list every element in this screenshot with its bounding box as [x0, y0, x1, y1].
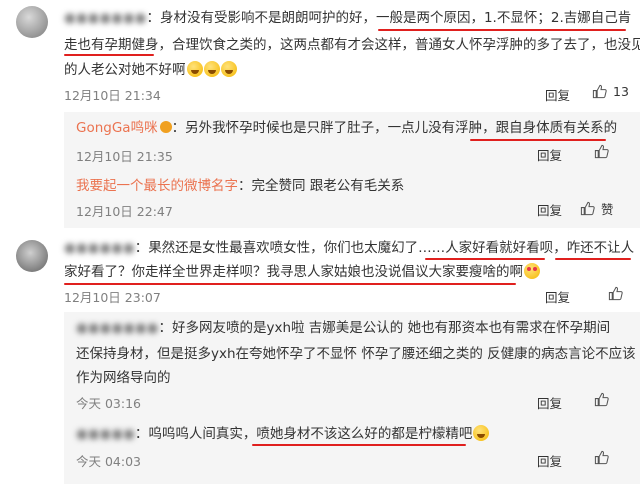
comment-1-line-3: 的人老公对她不好啊	[64, 60, 237, 80]
like-button[interactable]	[594, 450, 609, 465]
comment-1-line-2: 走也有孕期健身，合理饮食之类的，这两点都有才会这样，普通女人怀孕浮肿的多了去了，…	[64, 37, 640, 53]
highlight-underline	[470, 139, 606, 141]
grin-emoji-icon	[473, 425, 490, 441]
timestamp: 12月10日 23:07	[64, 290, 161, 305]
like-count: 13	[613, 84, 629, 99]
vip-badge-icon	[159, 121, 172, 133]
grin-emoji-icon	[186, 61, 203, 77]
timestamp: 今天 03:16	[76, 396, 141, 411]
like-button[interactable]: 13	[592, 84, 629, 99]
reply-button[interactable]: 回复	[537, 451, 562, 470]
thumb-up-icon	[594, 144, 609, 159]
reply-3-line-1: ●●●●●●●：好多网友喷的是yxh啦 吉娜美是公认的 她也有那资本也有需求在怀…	[76, 320, 611, 336]
thumb-up-icon	[594, 392, 609, 407]
like-button[interactable]	[608, 286, 623, 301]
reply-3-line-2: 还保持身材，但是挺多yxh在夸她怀孕了不显怀 怀孕了腰还细之类的 反健康的病态言…	[76, 346, 636, 362]
reply-button[interactable]: 回复	[537, 145, 562, 164]
avatar[interactable]	[16, 6, 48, 38]
reply-1-line: GongGa鸣咪 ：另外我怀孕时候也是只胖了肚子，一点儿没有浮肿，跟自身体质有关系…	[76, 120, 618, 136]
avatar[interactable]	[16, 240, 48, 272]
comment-2-line-2: 家好看了？你走样全世界走样呗？我寻思人家姑娘也没说倡议大家要瘦啥的啊	[64, 262, 540, 282]
comment-1-line-1: ●●●●●●●：身材没有受影响不是朗朗呵护的好，一般是两个原因，1.不显怀；2.…	[64, 10, 632, 26]
reply-button[interactable]: 回复	[537, 200, 562, 219]
grin-emoji-icon	[203, 61, 220, 77]
reply-button[interactable]: 回复	[545, 85, 570, 104]
heart-eyes-emoji-icon	[524, 263, 540, 279]
timestamp: 12月10日 21:34	[64, 88, 161, 103]
username[interactable]: GongGa鸣咪	[76, 120, 158, 136]
reply-button[interactable]: 回复	[545, 287, 570, 306]
reply-3-line-3: 作为网络导向的	[76, 370, 171, 386]
highlight-underline	[378, 29, 626, 31]
timestamp: 今天 04:03	[76, 454, 141, 469]
thumb-up-icon	[592, 84, 607, 99]
like-button[interactable]	[594, 144, 609, 159]
timestamp: 12月10日 22:47	[76, 204, 173, 219]
highlight-underline	[555, 258, 631, 260]
username[interactable]: 我要起一个最长的微博名字	[76, 178, 238, 194]
highlight-underline	[252, 444, 466, 446]
like-button[interactable]	[594, 392, 609, 407]
highlight-underline	[64, 283, 516, 285]
thumb-up-icon	[594, 450, 609, 465]
grin-emoji-icon	[220, 61, 237, 77]
thumb-up-icon	[580, 201, 595, 216]
comment-2-line-1: ●●●●●●：果然还是女性最喜欢喷女性，你们也太魔幻了……人家好看就好看呗，咋还…	[64, 240, 635, 256]
highlight-underline	[64, 54, 154, 56]
timestamp: 12月10日 21:35	[76, 149, 173, 164]
reply-2-line: 我要起一个最长的微博名字：完全赞同 跟老公有毛关系	[76, 178, 405, 194]
like-button[interactable]: 赞	[580, 199, 614, 218]
reply-4-line: ●●●●●：呜呜呜人间真实，喷她身材不该这么好的都是柠檬精吧	[76, 424, 490, 444]
highlight-underline	[425, 258, 545, 260]
thumb-up-icon	[608, 286, 623, 301]
reply-button[interactable]: 回复	[537, 393, 562, 412]
